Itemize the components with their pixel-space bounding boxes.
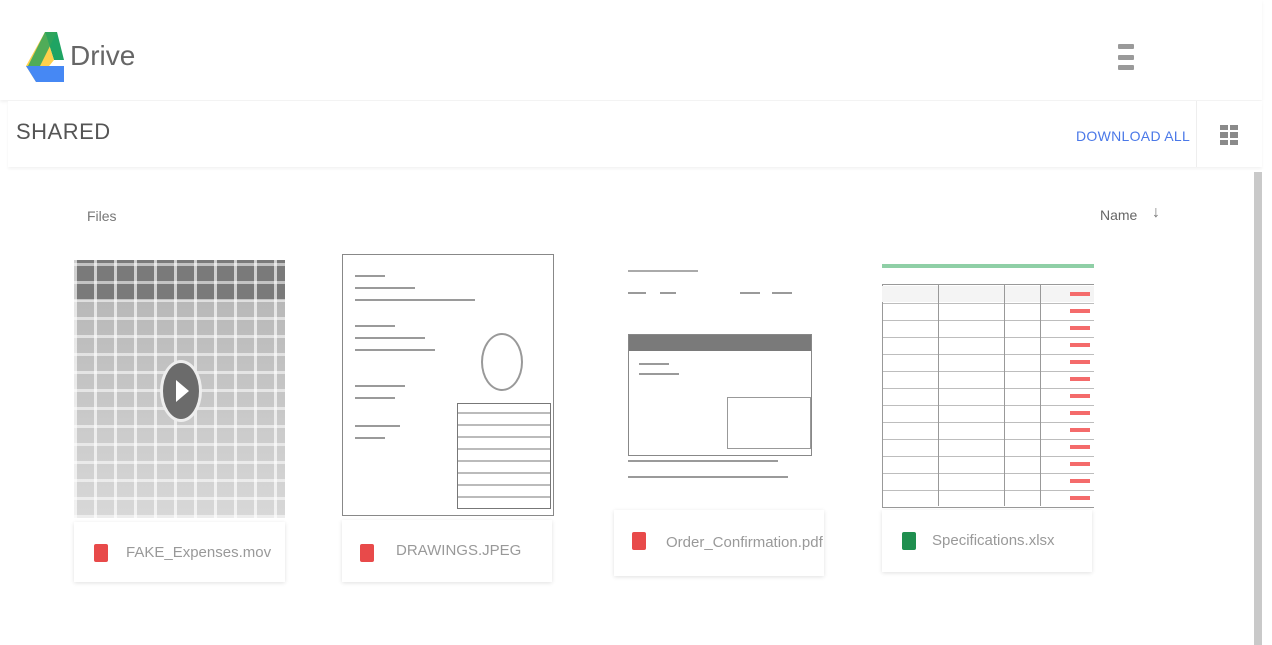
top-bar: Drive	[0, 0, 1262, 100]
pdf-thumbnail	[614, 252, 826, 508]
grid-view-icon[interactable]	[1220, 125, 1238, 145]
more-menu-icon[interactable]	[1118, 44, 1134, 70]
image-thumbnail	[342, 254, 554, 516]
pdf-file-icon	[632, 532, 646, 550]
video-thumbnail	[74, 260, 285, 518]
file-name: FAKE_Expenses.mov	[126, 544, 272, 561]
download-all-button[interactable]: DOWNLOAD ALL	[1076, 128, 1190, 144]
file-name: Order_Confirmation.pdf	[666, 534, 823, 551]
file-name: Specifications.xlsx	[932, 532, 1055, 549]
spreadsheet-thumbnail	[882, 248, 1094, 508]
toolbar: SHARED DOWNLOAD ALL	[8, 101, 1262, 167]
sort-direction-icon[interactable]: ↓	[1152, 204, 1160, 222]
files-heading: Files	[87, 208, 117, 224]
file-card[interactable]: FAKE_Expenses.mov	[74, 260, 285, 585]
file-name: DRAWINGS.JPEG	[396, 542, 522, 559]
file-caption: FAKE_Expenses.mov	[74, 522, 285, 582]
section-title: SHARED	[16, 119, 111, 144]
scrollbar[interactable]	[1254, 172, 1262, 645]
file-caption: Order_Confirmation.pdf	[614, 510, 824, 576]
image-file-icon	[360, 544, 374, 562]
video-file-icon	[94, 544, 108, 562]
file-card[interactable]: Specifications.xlsx	[882, 248, 1094, 576]
sort-by-name-button[interactable]: Name	[1100, 207, 1137, 223]
file-caption: DRAWINGS.JPEG	[342, 520, 552, 582]
file-caption: Specifications.xlsx	[882, 510, 1092, 572]
app-brand: Drive	[70, 40, 136, 71]
play-icon[interactable]	[160, 360, 202, 422]
toolbar-divider	[1196, 101, 1197, 167]
drive-logo-icon	[26, 32, 64, 82]
spreadsheet-file-icon	[902, 532, 916, 550]
file-card[interactable]: DRAWINGS.JPEG	[342, 254, 554, 584]
file-card[interactable]: Order_Confirmation.pdf	[614, 252, 826, 580]
